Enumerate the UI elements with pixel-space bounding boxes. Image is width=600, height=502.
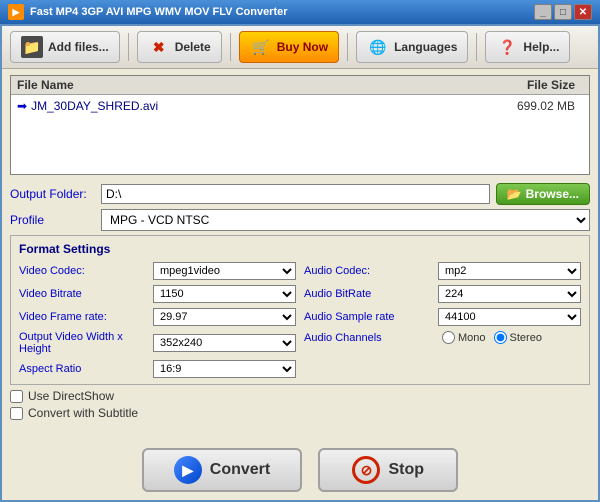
mono-radio[interactable]	[442, 331, 455, 344]
toolbar-divider-4	[476, 33, 477, 61]
close-button[interactable]: ✕	[574, 4, 592, 20]
video-bitrate-row: Video Bitrate 1150	[19, 285, 296, 303]
video-framerate-label: Video Frame rate:	[19, 311, 149, 323]
mono-radio-label[interactable]: Mono	[442, 331, 486, 344]
audio-codec-label: Audio Codec:	[304, 265, 434, 277]
help-icon: ❓	[496, 36, 518, 58]
output-folder-row: Output Folder: 📂 Browse...	[10, 183, 590, 205]
toolbar-divider-1	[128, 33, 129, 61]
output-section: Output Folder: 📂 Browse... Profile MPG -…	[2, 179, 598, 235]
browse-icon: 📂	[507, 187, 522, 201]
checkboxes: Use DirectShow Convert with Subtitle	[2, 385, 598, 424]
stop-button[interactable]: ⊘ Stop	[318, 448, 458, 492]
video-codec-row: Video Codec: mpeg1video	[19, 262, 296, 280]
file-size: 699.02 MB	[483, 99, 583, 113]
browse-button[interactable]: 📂 Browse...	[496, 183, 590, 205]
languages-icon: 🌐	[367, 36, 389, 58]
aspect-ratio-select[interactable]: 16:9	[153, 360, 296, 378]
help-button[interactable]: ❓ Help...	[485, 31, 570, 63]
buy-now-icon: 🛒	[250, 36, 272, 58]
file-list-body: ➡ JM_30DAY_SHRED.avi 699.02 MB	[11, 95, 589, 117]
maximize-button[interactable]: □	[554, 4, 572, 20]
title-bar-left: ▶ Fast MP4 3GP AVI MPG WMV MOV FLV Conve…	[8, 4, 288, 20]
video-bitrate-select[interactable]: 1150	[153, 285, 296, 303]
profile-select[interactable]: MPG - VCD NTSC	[101, 209, 590, 231]
window-title: Fast MP4 3GP AVI MPG WMV MOV FLV Convert…	[30, 6, 288, 18]
file-name: JM_30DAY_SHRED.avi	[31, 99, 483, 113]
aspect-ratio-row: Aspect Ratio 16:9	[19, 360, 296, 378]
video-size-select[interactable]: 352x240	[153, 334, 296, 352]
audio-channels-label: Audio Channels	[304, 332, 434, 344]
convert-label: Convert	[210, 461, 270, 479]
settings-col-right: Audio Codec: mp2 Audio BitRate 224 Audio…	[304, 262, 581, 378]
file-list-area: File Name File Size ➡ JM_30DAY_SHRED.avi…	[10, 75, 590, 175]
audio-bitrate-row: Audio BitRate 224	[304, 285, 581, 303]
use-directshow-text: Use DirectShow	[28, 389, 114, 403]
audio-channels-row: Audio Channels Mono Stereo	[304, 331, 581, 344]
stereo-label: Stereo	[510, 332, 542, 344]
audio-bitrate-select[interactable]: 224	[438, 285, 581, 303]
action-bar: ▶ Convert ⊘ Stop	[2, 440, 598, 500]
aspect-ratio-label: Aspect Ratio	[19, 363, 149, 375]
audio-samplerate-row: Audio Sample rate 44100	[304, 308, 581, 326]
col-size-header: File Size	[483, 78, 583, 92]
languages-button[interactable]: 🌐 Languages	[356, 31, 468, 63]
col-name-header: File Name	[17, 78, 483, 92]
file-arrow-icon: ➡	[17, 99, 27, 113]
settings-grid: Video Codec: mpeg1video Video Bitrate 11…	[19, 262, 581, 378]
use-directshow-checkbox[interactable]	[10, 390, 23, 403]
window-controls[interactable]: _ □ ✕	[534, 4, 592, 20]
video-framerate-row: Video Frame rate: 29.97	[19, 308, 296, 326]
stereo-radio-label[interactable]: Stereo	[494, 331, 542, 344]
format-settings: Format Settings Video Codec: mpeg1video …	[10, 235, 590, 385]
stop-icon: ⊘	[352, 456, 380, 484]
video-bitrate-label: Video Bitrate	[19, 288, 149, 300]
stop-label: Stop	[388, 461, 424, 479]
audio-samplerate-label: Audio Sample rate	[304, 311, 434, 323]
audio-codec-select[interactable]: mp2	[438, 262, 581, 280]
minimize-button[interactable]: _	[534, 4, 552, 20]
convert-button[interactable]: ▶ Convert	[142, 448, 302, 492]
toolbar-divider-2	[230, 33, 231, 61]
mono-label: Mono	[458, 332, 486, 344]
title-bar: ▶ Fast MP4 3GP AVI MPG WMV MOV FLV Conve…	[0, 0, 600, 24]
app-icon: ▶	[8, 4, 24, 20]
audio-bitrate-label: Audio BitRate	[304, 288, 434, 300]
audio-samplerate-select[interactable]: 44100	[438, 308, 581, 326]
file-list-header: File Name File Size	[11, 76, 589, 95]
settings-col-left: Video Codec: mpeg1video Video Bitrate 11…	[19, 262, 296, 378]
delete-icon: ✖	[148, 36, 170, 58]
video-size-row: Output Video Width x Height 352x240	[19, 331, 296, 355]
delete-button[interactable]: ✖ Delete	[137, 31, 222, 63]
main-window: 📁 Add files... ✖ Delete 🛒 Buy Now 🌐 Lang…	[0, 24, 600, 502]
file-list-row[interactable]: ➡ JM_30DAY_SHRED.avi 699.02 MB	[11, 97, 589, 115]
convert-subtitle-text: Convert with Subtitle	[28, 406, 138, 420]
profile-row: Profile MPG - VCD NTSC	[10, 209, 590, 231]
profile-label: Profile	[10, 213, 95, 227]
stereo-radio[interactable]	[494, 331, 507, 344]
toolbar-divider-3	[347, 33, 348, 61]
convert-subtitle-checkbox[interactable]	[10, 407, 23, 420]
add-files-button[interactable]: 📁 Add files...	[10, 31, 120, 63]
audio-channels-radio-group: Mono Stereo	[442, 331, 542, 344]
video-codec-label: Video Codec:	[19, 265, 149, 277]
format-settings-title: Format Settings	[19, 242, 581, 256]
video-size-label: Output Video Width x Height	[19, 331, 149, 355]
video-framerate-select[interactable]: 29.97	[153, 308, 296, 326]
convert-subtitle-label[interactable]: Convert with Subtitle	[10, 406, 590, 420]
toolbar: 📁 Add files... ✖ Delete 🛒 Buy Now 🌐 Lang…	[2, 26, 598, 69]
output-folder-input[interactable]	[101, 184, 490, 204]
video-codec-select[interactable]: mpeg1video	[153, 262, 296, 280]
add-files-icon: 📁	[21, 36, 43, 58]
convert-icon: ▶	[174, 456, 202, 484]
audio-codec-row: Audio Codec: mp2	[304, 262, 581, 280]
output-folder-label: Output Folder:	[10, 187, 95, 201]
use-directshow-label[interactable]: Use DirectShow	[10, 389, 590, 403]
buy-now-button[interactable]: 🛒 Buy Now	[239, 31, 339, 63]
